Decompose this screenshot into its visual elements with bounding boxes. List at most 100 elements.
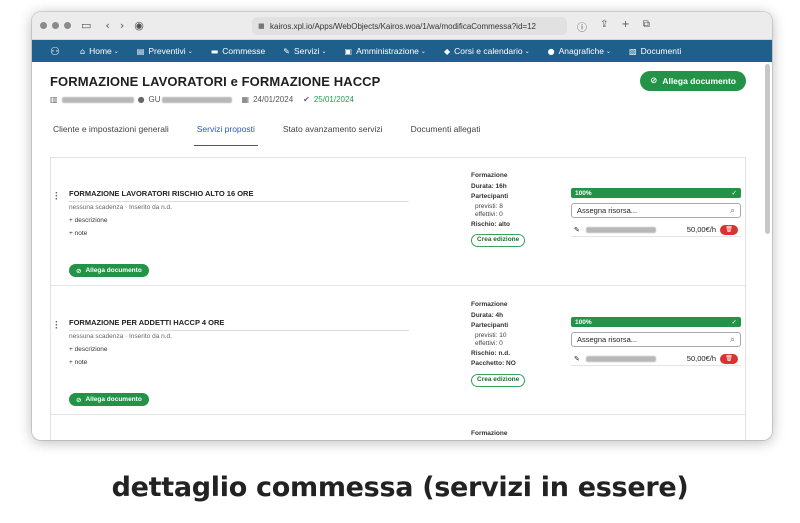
participants-actual: effettivi: 0 — [475, 211, 503, 218]
sidebar-toggle-icon[interactable]: ▭ — [81, 19, 91, 32]
nav-item-label: Amministrazione — [356, 46, 419, 56]
users-icon: ● — [547, 46, 555, 56]
new-tab-icon[interactable]: + — [621, 19, 629, 34]
tab-cliente-e-impostazioni-generali[interactable]: Cliente e impostazioni generali — [50, 124, 172, 146]
service-duration: Durata: 4h — [471, 311, 504, 319]
tab-servizi-proposti[interactable]: Servizi proposti — [193, 124, 258, 146]
delete-resource-button[interactable]: 🗑 — [720, 353, 738, 364]
nav-menu: ⌂ Home ⌄ ▤ Preventivi ⌄ ▬ Commesse ✎ Servizi ⌄ ▣ Amm… — [80, 46, 699, 56]
attach-document-label: Allega documento — [662, 76, 736, 86]
nav-item-label: Home — [89, 46, 112, 56]
add-description-link[interactable]: + descrizione — [69, 217, 107, 224]
add-note-link[interactable]: + note — [69, 230, 87, 237]
forward-icon[interactable]: › — [120, 19, 124, 32]
close-window-button[interactable] — [40, 22, 47, 29]
address-bar[interactable]: ■ kairos.xpl.io/Apps/WebObjects/Kairos.w… — [252, 17, 567, 35]
browser-window: ▭ ‹ › ◉ ■ kairos.xpl.io/Apps/WebObjects/… — [32, 12, 772, 440]
nav-item-corsi-e-calendario[interactable]: ◆ Corsi e calendario ⌄ — [444, 46, 530, 56]
service-attach-document-button[interactable]: ⊘ Allega documento — [69, 393, 149, 406]
app-logo-icon[interactable]: ⚇ — [50, 45, 64, 58]
chevron-down-icon: ⌄ — [321, 48, 327, 55]
drag-handle-icon[interactable]: · · · — [55, 318, 58, 334]
zoom-window-button[interactable] — [64, 22, 71, 29]
nav-item-servizi[interactable]: ✎ Servizi ⌄ — [283, 46, 326, 56]
url-text: kairos.xpl.io/Apps/WebObjects/Kairos.woa… — [270, 21, 536, 31]
service-row: · · · FORMAZIONE PER ADDETTI HACCP 4 ORE n… — [51, 287, 745, 415]
tab-documenti-allegati[interactable]: Documenti allegati — [408, 124, 484, 146]
create-edition-button[interactable]: Crea edizione — [471, 234, 526, 247]
commessa-tabs: Cliente e impostazioni generali Servizi p… — [50, 124, 744, 146]
delete-resource-button[interactable]: 🗑 — [720, 224, 738, 235]
nav-item-label: Corsi e calendario — [454, 46, 523, 56]
progress-label: 100% — [575, 189, 592, 197]
service-info: Formazione Durata: 4h Partecipanti previ… — [471, 300, 561, 387]
nav-item-home[interactable]: ⌂ Home ⌄ — [80, 46, 119, 56]
nav-item-label: Servizi — [293, 46, 320, 56]
service-resources: 100% ✓ Assegna risorsa... ⌕ ✎ 50,00€/h 🗑 — [571, 317, 741, 366]
share-icon[interactable]: ⇪ — [600, 19, 608, 34]
tabs-overview-icon[interactable]: ⧉ — [643, 19, 650, 34]
nav-item-documenti[interactable]: ▧ Documenti — [629, 46, 681, 56]
drag-handle-icon[interactable]: · · · — [55, 189, 58, 205]
assign-resource-input[interactable]: Assegna risorsa... ⌕ — [571, 203, 741, 218]
assigned-resource: ✎ 50,00€/h 🗑 — [571, 223, 741, 237]
redacted-resource-name — [585, 355, 656, 362]
resource-rate: 50,00€/h — [686, 225, 716, 234]
page-scrollbar[interactable] — [765, 64, 770, 234]
search-icon: ⌕ — [729, 205, 735, 216]
service-row: · · · FORMAZIONE LAVORATORI RISCHIO ALTO 1… — [51, 158, 745, 286]
service-subtitle: nessuna scadenza · Inserito da n.d. — [69, 204, 172, 211]
nav-item-anagrafiche[interactable]: ● Anagrafiche ⌄ — [548, 46, 611, 56]
chevron-down-icon: ⌄ — [187, 48, 193, 55]
chevron-down-icon: ⌄ — [606, 48, 612, 55]
chevron-down-icon: ⌄ — [113, 48, 119, 55]
service-type: Formazione — [471, 172, 508, 179]
check-icon: ✓ — [731, 318, 737, 326]
assign-resource-placeholder: Assegna risorsa... — [577, 335, 638, 344]
participants-actual: effettivi: 0 — [475, 340, 503, 347]
service-package: Pacchetto: NO — [471, 360, 516, 367]
date-created: 24/01/2024 — [253, 95, 294, 104]
id-card-icon: ▣ — [344, 46, 353, 56]
service-resources: 100% ✓ Assegna risorsa... ⌕ ✎ 50,00€/h 🗑 — [571, 188, 741, 237]
page-title: FORMAZIONE LAVORATORI e FORMAZIONE HACCP — [50, 74, 381, 89]
nav-item-commesse[interactable]: ▬ Commesse — [211, 46, 266, 56]
folder-icon: ▬ — [210, 46, 219, 56]
service-type: Formazione — [471, 430, 508, 437]
nav-item-amministrazione[interactable]: ▣ Amministrazione ⌄ — [345, 46, 426, 56]
info-icon[interactable]: ⓘ — [577, 19, 587, 34]
window-controls[interactable] — [40, 22, 71, 29]
attach-document-button[interactable]: ⊘ Allega documento — [640, 71, 746, 91]
caption: dettaglio commessa (servizi in essere) — [111, 472, 689, 503]
service-subtitle: nessuna scadenza · Inserito da n.d. — [69, 333, 172, 340]
browser-titlebar: ▭ ‹ › ◉ ■ kairos.xpl.io/Apps/WebObjects/… — [32, 12, 772, 40]
service-progress-bar: 100% ✓ — [571, 188, 741, 198]
check-shield-icon: ✔ — [303, 95, 310, 104]
edit-icon[interactable]: ✎ — [574, 226, 580, 234]
minimize-window-button[interactable] — [52, 22, 59, 29]
site-shield-icon[interactable]: ◉ — [134, 19, 144, 32]
service-duration: Durata: 16h — [471, 182, 507, 190]
nav-item-preventivi[interactable]: ▤ Preventivi ⌄ — [137, 46, 193, 56]
building-icon: ▥ — [50, 95, 58, 104]
assign-resource-input[interactable]: Assegna risorsa... ⌕ — [571, 332, 741, 347]
add-description-link[interactable]: + descrizione — [69, 346, 107, 353]
nav-item-label: Commesse — [222, 46, 266, 56]
create-edition-button[interactable]: Crea edizione — [471, 373, 526, 387]
service-risk: Rischio: alto — [471, 220, 511, 228]
search-icon: ⌕ — [729, 334, 735, 345]
home-icon: ⌂ — [80, 46, 86, 56]
service-title: FORMAZIONE LAVORATORI RISCHIO ALTO 16 OR… — [69, 189, 409, 202]
tab-stato-avanzamento-servizi[interactable]: Stato avanzamento servizi — [280, 124, 386, 146]
wrench-icon: ✎ — [283, 46, 290, 56]
edit-icon[interactable]: ✎ — [574, 355, 580, 363]
redacted-company — [61, 96, 134, 103]
page-content: FORMAZIONE LAVORATORI e FORMAZIONE HACCP… — [32, 62, 762, 440]
calendar-icon: ▦ — [241, 95, 250, 104]
back-icon[interactable]: ‹ — [105, 19, 109, 32]
service-attach-document-button[interactable]: ⊘ Allega documento — [69, 264, 149, 277]
add-note-link[interactable]: + note — [69, 359, 87, 366]
service-info: Formazione Durata: 16h Partecipanti prev… — [471, 171, 561, 247]
service-row: Formazione — [51, 416, 745, 440]
paperclip-icon: ⊘ — [76, 395, 82, 404]
